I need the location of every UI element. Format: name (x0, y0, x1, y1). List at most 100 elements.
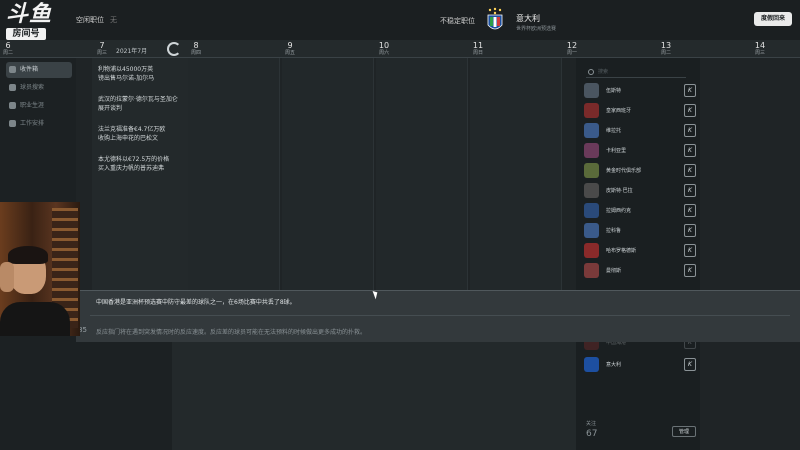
vacant-value: 无 (110, 16, 117, 24)
nav-item-career[interactable]: 职业生涯 (6, 98, 72, 114)
team-competition: 世界杯欧洲预选赛 (516, 26, 557, 32)
room-label: 房间号 (6, 28, 46, 40)
kit-icon[interactable]: K (684, 358, 696, 371)
club-name: 拉科鲁 (606, 228, 622, 234)
club-search-input[interactable]: 搜索 (586, 66, 686, 78)
inbox-icon (9, 66, 16, 73)
holiday-return-button[interactable]: 度假回来 (754, 12, 792, 26)
club-row[interactable]: 哈布罗格德斯 K (584, 242, 696, 260)
logo-text: 斗鱼 (6, 2, 53, 27)
day-weekday: 周三 (96, 50, 107, 56)
vacant-label: 空闲职位 (76, 16, 104, 24)
follow-count: 67 (586, 429, 598, 439)
kit-icon[interactable]: K (684, 104, 696, 117)
club-row[interactable]: 维拉托 K (584, 122, 696, 140)
vacant-positions[interactable]: 空闲职位无 (76, 15, 117, 25)
club-row[interactable]: 曼彻斯 K (584, 262, 696, 280)
day-weekday: 周二 (2, 50, 13, 56)
day-number: 6 (5, 41, 11, 50)
nav-item-schedule[interactable]: 工作安排 (6, 116, 72, 132)
club-row[interactable]: 意大利 K (584, 356, 696, 374)
divider (90, 315, 790, 316)
day-weekday: 周六 (378, 50, 389, 56)
news-line: 镑出售马尔诺-加尔马 (98, 75, 155, 82)
news-line: 收购上海申花的巴松文 (98, 135, 159, 142)
nav-item-inbox[interactable]: 收件箱 (6, 62, 72, 78)
club-name: 拉姆西约克 (606, 208, 632, 214)
lower-column (172, 342, 576, 450)
month-label: 2021年7月 (116, 48, 148, 55)
calendar-day[interactable]: 14 周三 (750, 41, 770, 57)
day-weekday: 周一 (566, 50, 577, 56)
calendar-day[interactable]: 6 周二 (0, 41, 18, 57)
refresh-icon[interactable] (167, 42, 181, 56)
webcam-person-hand (0, 262, 14, 292)
calendar-day[interactable]: 7 周三 (92, 41, 112, 57)
kit-icon[interactable]: K (684, 84, 696, 97)
club-row[interactable]: 拉姆西约克 K (584, 202, 696, 220)
club-name: 卡利亚里 (606, 148, 627, 154)
calendar-column[interactable] (470, 58, 562, 290)
news-line: 买入重庆力帆的普苏迪弗 (98, 165, 165, 172)
club-name: 意大利 (606, 362, 622, 368)
news-line: 利物浦以45000万英 (98, 66, 154, 73)
calendar-column[interactable] (282, 58, 374, 290)
club-list-panel: 搜索 伍斯特 K 皇家西班牙 K 维拉托 K 卡利亚里 K 黄金时代俱乐部 K 皮斯特·巴… (576, 58, 700, 450)
italy-crest-icon[interactable] (486, 7, 504, 33)
calendar-day[interactable]: 9 周五 (280, 41, 300, 57)
club-row[interactable]: 拉科鲁 K (584, 222, 696, 240)
club-badge-icon (584, 83, 599, 98)
kit-icon[interactable]: K (684, 224, 696, 237)
club-row[interactable]: 黄金时代俱乐部 K (584, 162, 696, 180)
unstable-positions-label[interactable]: 不稳定职位 (440, 16, 475, 26)
calendar-column[interactable] (188, 58, 280, 290)
top-bar: 斗鱼 房间号 空闲职位无 不稳定职位 意大利 世界杯欧洲预选赛 度假回来 (0, 0, 800, 40)
day-weekday: 周二 (660, 50, 671, 56)
calendar-day[interactable]: 10 周六 (374, 41, 394, 57)
club-row[interactable]: 卡利亚里 K (584, 142, 696, 160)
nav-item-label: 收件箱 (20, 66, 39, 73)
news-item[interactable]: 本尤德科以€72.5万的价格 买入重庆力帆的普苏迪弗 (98, 155, 186, 173)
news-line: 武汉的拉蒙尔·德尔瓦与圣加仑 (98, 96, 178, 103)
team-name[interactable]: 意大利 (516, 13, 540, 24)
club-row[interactable]: 伍斯特 K (584, 82, 696, 100)
day-number: 13 (660, 41, 672, 50)
nav-item-player-search[interactable]: 球员搜索 (6, 80, 72, 96)
club-name: 皮斯特·巴拉 (606, 188, 633, 194)
nav-item-label: 球员搜索 (20, 84, 45, 91)
message-primary: 中国香港是亚洲杯预选赛中防守最差的球队之一，在6场比赛中共丢了8球。 (96, 299, 296, 306)
day-number: 12 (566, 41, 578, 50)
message-secondary: 反应指门将在遇到突发情况时的反应速度。反应差的球员可能在无法预料的时候做出更多成… (96, 329, 367, 336)
tooltip-message-bar: 中国香港是亚洲杯预选赛中防守最差的球队之一，在6场比赛中共丢了8球。 反应指门将… (76, 290, 800, 342)
calendar-column[interactable] (376, 58, 468, 290)
kit-icon[interactable]: K (684, 164, 696, 177)
calendar-day[interactable]: 11 周日 (468, 41, 488, 57)
club-row[interactable]: 皇家西班牙 K (584, 102, 696, 120)
manage-button[interactable]: 管理 (672, 426, 696, 437)
webcam-person-hair (8, 246, 48, 264)
news-item[interactable]: 利物浦以45000万英 镑出售马尔诺-加尔马 (98, 65, 186, 83)
calendar-day[interactable]: 12 周一 (562, 41, 582, 57)
calendar-day[interactable]: 13 周二 (656, 41, 676, 57)
day-number: 8 (193, 41, 199, 50)
kit-icon[interactable]: K (684, 144, 696, 157)
club-badge-icon (584, 357, 599, 372)
news-item[interactable]: 法兰克福准备€4.7亿万欧 收购上海申花的巴松文 (98, 125, 186, 143)
streamer-webcam (0, 202, 80, 336)
kit-icon[interactable]: K (684, 264, 696, 277)
search-icon (588, 69, 594, 75)
search-icon (9, 84, 16, 91)
news-item[interactable]: 武汉的拉蒙尔·德尔瓦与圣加仑 展开谈判 (98, 95, 186, 113)
club-name: 黄金时代俱乐部 (606, 168, 642, 174)
club-badge-icon (584, 183, 599, 198)
kit-icon[interactable]: K (684, 204, 696, 217)
kit-icon[interactable]: K (684, 184, 696, 197)
day-number: 7 (99, 41, 105, 50)
kit-icon[interactable]: K (684, 124, 696, 137)
news-line: 展开谈判 (98, 105, 123, 112)
club-row[interactable]: 皮斯特·巴拉 K (584, 182, 696, 200)
kit-icon[interactable]: K (684, 244, 696, 257)
calendar-day[interactable]: 8 周四 (186, 41, 206, 57)
club-badge-icon (584, 123, 599, 138)
calendar-date-bar: 6 周二 7 周三 2021年7月 8 周四 9 周五 10 周六 11 周日 12 周一 1… (0, 40, 800, 58)
